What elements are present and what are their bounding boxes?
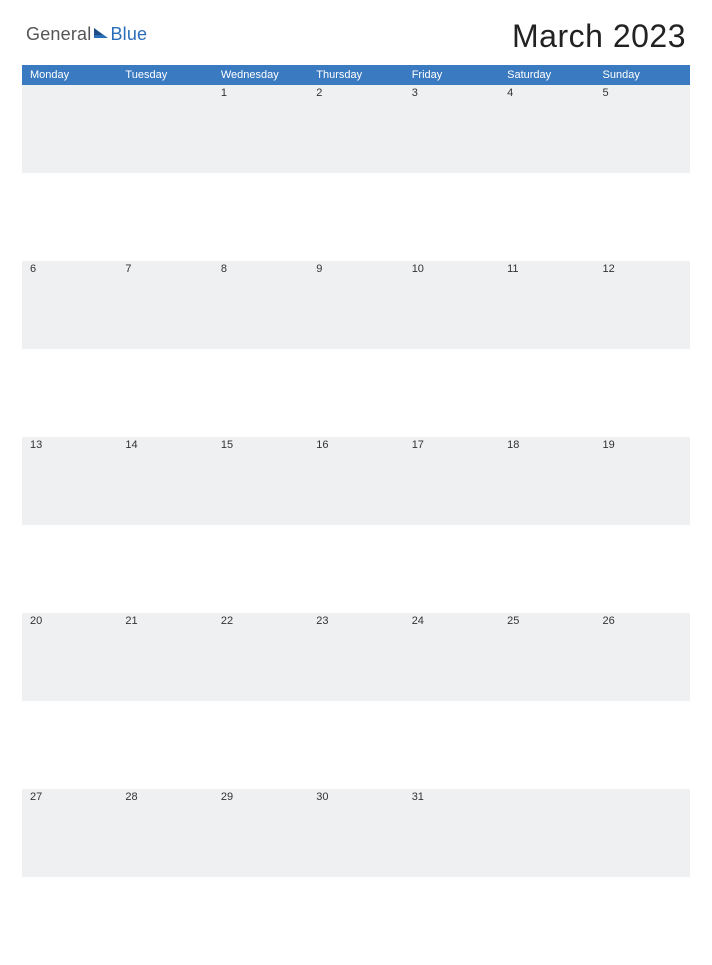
week-body bbox=[22, 525, 690, 613]
day-number: 24 bbox=[404, 613, 499, 701]
brand-mark-icon bbox=[94, 28, 108, 42]
day-number: 2 bbox=[308, 85, 403, 173]
week-numbers: 13 14 15 16 17 18 19 bbox=[22, 437, 690, 525]
weekday-header: Friday bbox=[404, 65, 499, 85]
week-body bbox=[22, 173, 690, 261]
page-title: March 2023 bbox=[512, 18, 686, 55]
weekday-header: Sunday bbox=[595, 65, 690, 85]
day-number bbox=[499, 789, 594, 877]
weekday-header: Tuesday bbox=[117, 65, 212, 85]
week-numbers: 6 7 8 9 10 11 12 bbox=[22, 261, 690, 349]
day-number: 4 bbox=[499, 85, 594, 173]
week-body bbox=[22, 701, 690, 789]
day-number bbox=[595, 789, 690, 877]
day-number: 20 bbox=[22, 613, 117, 701]
day-number: 18 bbox=[499, 437, 594, 525]
week-numbers: 20 21 22 23 24 25 26 bbox=[22, 613, 690, 701]
day-number: 26 bbox=[595, 613, 690, 701]
week-body bbox=[22, 349, 690, 437]
day-number: 1 bbox=[213, 85, 308, 173]
calendar-body: 1 2 3 4 5 6 7 8 9 10 11 12 13 14 15 bbox=[22, 85, 690, 965]
day-number: 23 bbox=[308, 613, 403, 701]
brand-part1: General bbox=[26, 24, 91, 45]
day-number bbox=[22, 85, 117, 173]
header: General Blue March 2023 bbox=[22, 18, 690, 55]
week-body bbox=[22, 877, 690, 965]
day-number: 29 bbox=[213, 789, 308, 877]
day-number: 28 bbox=[117, 789, 212, 877]
day-number: 22 bbox=[213, 613, 308, 701]
calendar-grid: Monday Tuesday Wednesday Thursday Friday… bbox=[22, 65, 690, 965]
weekday-header-row: Monday Tuesday Wednesday Thursday Friday… bbox=[22, 65, 690, 85]
day-number: 6 bbox=[22, 261, 117, 349]
day-number: 5 bbox=[595, 85, 690, 173]
day-number: 10 bbox=[404, 261, 499, 349]
weekday-header: Saturday bbox=[499, 65, 594, 85]
day-number: 17 bbox=[404, 437, 499, 525]
day-number: 3 bbox=[404, 85, 499, 173]
weekday-header: Wednesday bbox=[213, 65, 308, 85]
weekday-header: Thursday bbox=[308, 65, 403, 85]
day-number: 30 bbox=[308, 789, 403, 877]
calendar-page: General Blue March 2023 Monday Tuesday W… bbox=[0, 0, 712, 965]
day-number: 8 bbox=[213, 261, 308, 349]
day-number: 7 bbox=[117, 261, 212, 349]
week-numbers: 27 28 29 30 31 bbox=[22, 789, 690, 877]
day-number: 12 bbox=[595, 261, 690, 349]
day-number: 14 bbox=[117, 437, 212, 525]
day-number: 11 bbox=[499, 261, 594, 349]
day-number: 27 bbox=[22, 789, 117, 877]
day-number: 16 bbox=[308, 437, 403, 525]
day-number: 13 bbox=[22, 437, 117, 525]
day-number: 25 bbox=[499, 613, 594, 701]
brand-part2: Blue bbox=[110, 24, 147, 45]
weekday-header: Monday bbox=[22, 65, 117, 85]
brand-logo: General Blue bbox=[26, 18, 147, 45]
week-numbers: 1 2 3 4 5 bbox=[22, 85, 690, 173]
day-number: 19 bbox=[595, 437, 690, 525]
day-number: 15 bbox=[213, 437, 308, 525]
day-number: 9 bbox=[308, 261, 403, 349]
day-number: 21 bbox=[117, 613, 212, 701]
day-number bbox=[117, 85, 212, 173]
day-number: 31 bbox=[404, 789, 499, 877]
